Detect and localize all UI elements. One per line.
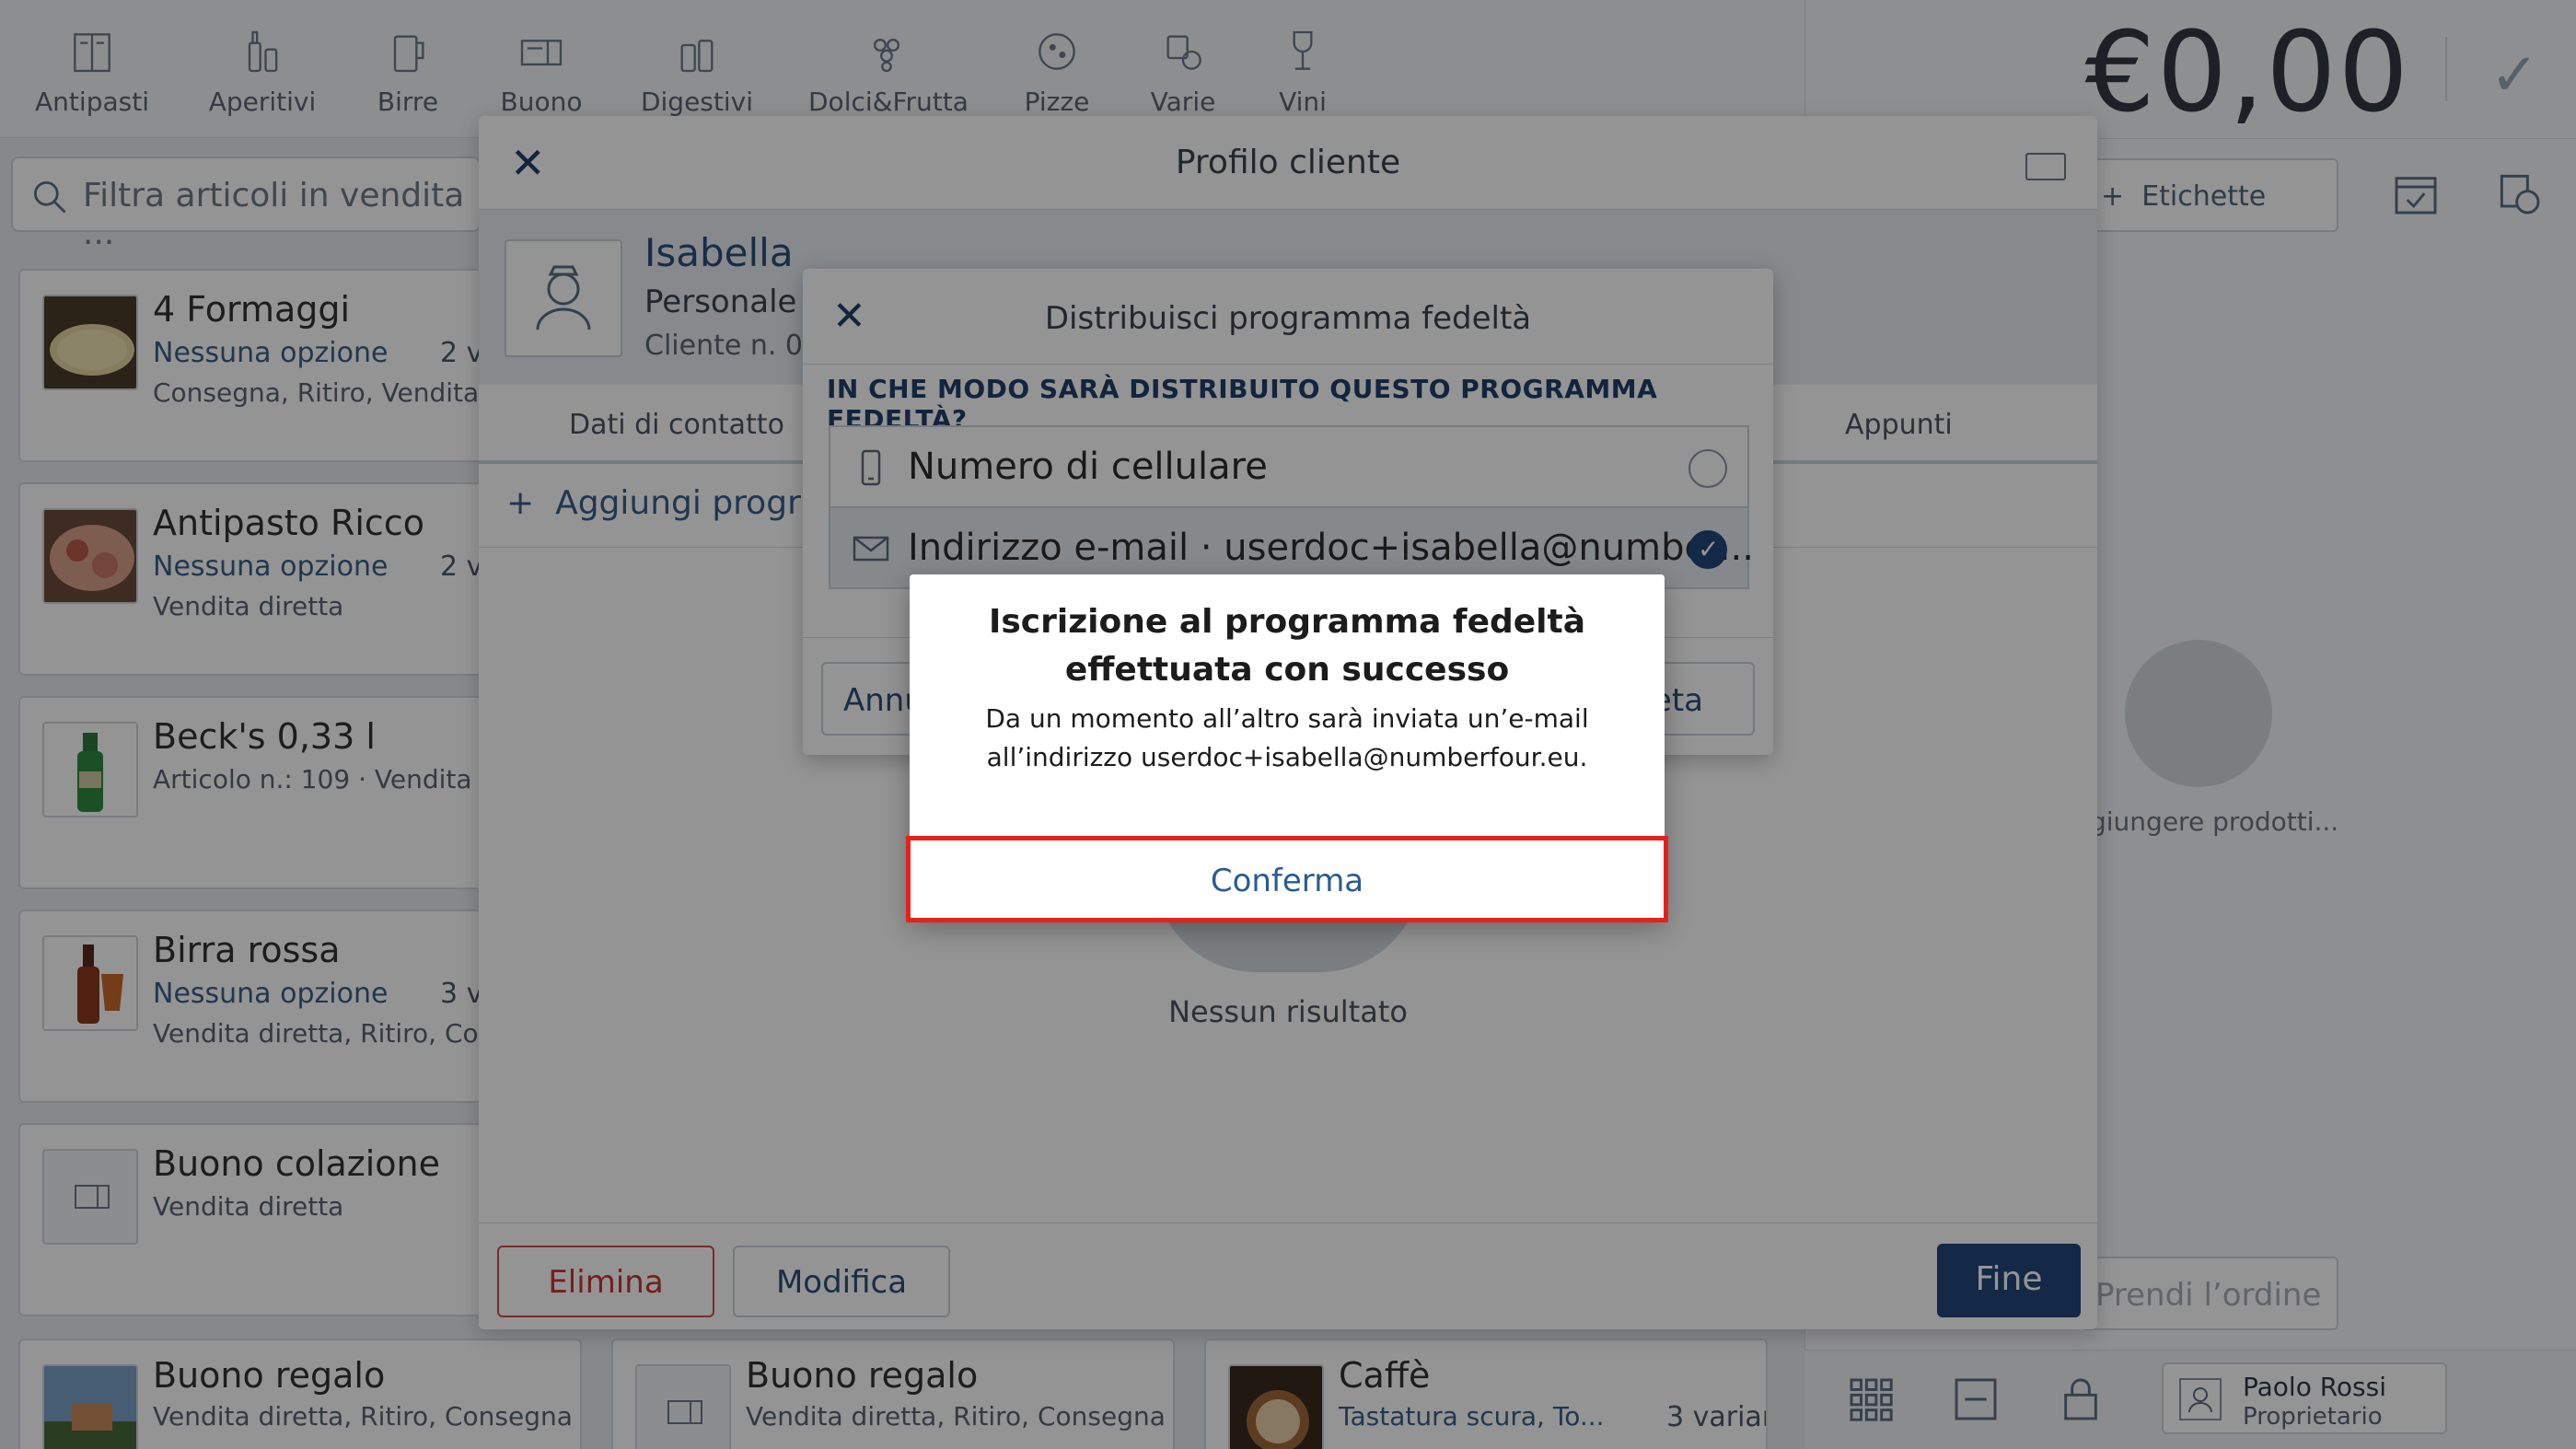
confirm-button[interactable]: Conferma (906, 836, 1668, 922)
success-alert: Iscrizione al programma fedeltà effettua… (906, 574, 1668, 922)
alert-title: Iscrizione al programma fedeltà effettua… (988, 603, 1586, 689)
alert-message: Da un momento all’altro sarà inviata un’… (985, 703, 1589, 772)
